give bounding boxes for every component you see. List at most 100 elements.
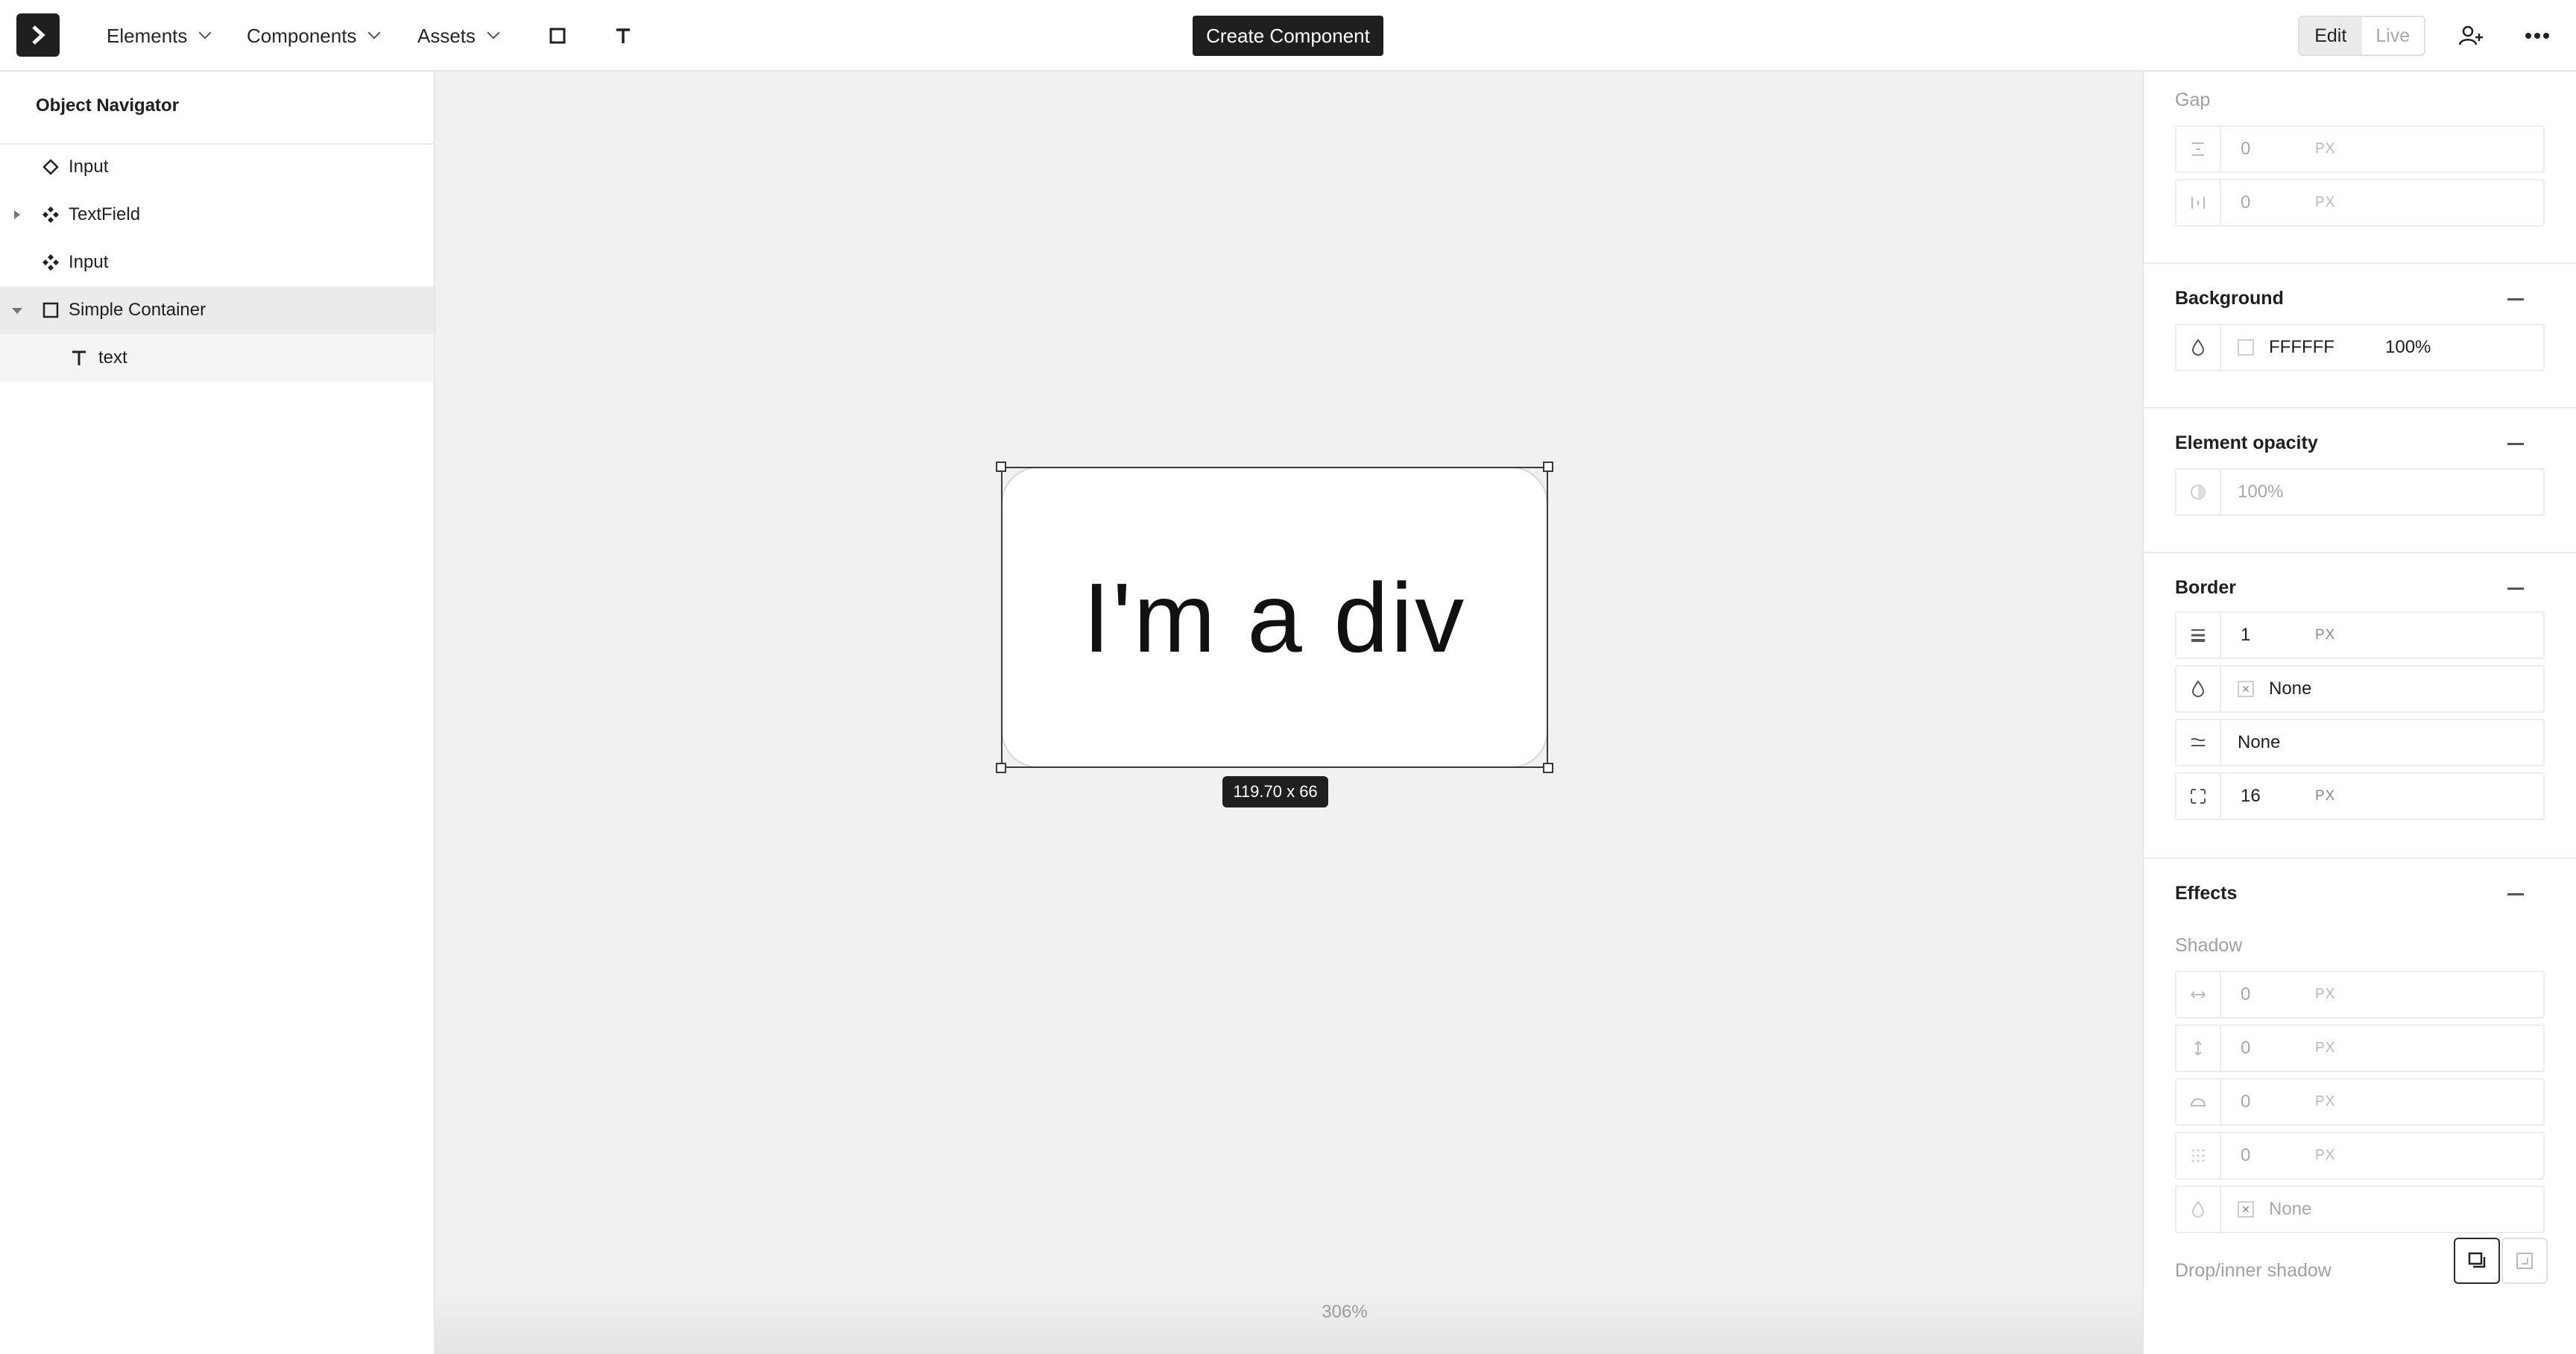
invite-user-icon[interactable] (2457, 22, 2484, 49)
shadow-x-value: 0 (2241, 984, 2251, 1004)
background-color-value[interactable]: FFFFFF (2269, 325, 2334, 370)
chevron-down-icon (367, 26, 381, 40)
element-opacity-field[interactable]: 100% (2175, 468, 2545, 516)
resize-handle-bottom-right[interactable] (1543, 763, 1553, 773)
text-tool-icon[interactable] (610, 22, 637, 49)
assets-menu[interactable]: Assets (417, 0, 500, 72)
top-toolbar: Elements Components Assets Create Compon… (0, 0, 2576, 72)
caret-right-icon[interactable] (13, 210, 21, 219)
selection-outline (1001, 467, 1548, 768)
chevron-down-icon (198, 26, 212, 40)
shadow-label: Shadow (2175, 935, 2243, 956)
column-gap-field[interactable]: 0 PX (2175, 179, 2545, 227)
shadow-x-field[interactable]: 0 PX (2175, 971, 2545, 1018)
border-width-field[interactable]: 1 PX (2175, 611, 2545, 659)
tree-item-label: text (98, 347, 127, 368)
border-width-unit: PX (2315, 627, 2336, 643)
border-title: Border (2175, 577, 2236, 598)
tree-item-label: Simple Container (69, 300, 206, 320)
component-icon (40, 204, 61, 225)
divider (2144, 857, 2576, 859)
color-drop-icon (2176, 325, 2221, 370)
caret-down-icon[interactable] (12, 307, 22, 315)
inner-shadow-toggle[interactable] (2501, 1238, 2548, 1284)
resize-handle-bottom-left[interactable] (996, 763, 1006, 773)
divider (2144, 262, 2576, 264)
border-color-field[interactable]: ✕ None (2175, 665, 2545, 713)
background-opacity-value[interactable]: 100% (2385, 325, 2431, 370)
border-width-icon (2176, 613, 2221, 658)
assets-menu-label: Assets (417, 24, 476, 47)
tree-item-label: TextField (69, 204, 141, 224)
shadow-spread-value: 0 (2241, 1145, 2251, 1165)
element-opacity-value: 100% (2238, 482, 2284, 502)
tree-item-text[interactable]: text (0, 334, 434, 382)
drop-shadow-toggle[interactable] (2454, 1238, 2500, 1284)
row-gap-icon (2176, 127, 2221, 171)
border-style-field[interactable]: None (2175, 719, 2545, 766)
shadow-x-unit: PX (2315, 986, 2336, 1002)
no-color-icon: ✕ (2238, 681, 2254, 697)
effects-title: Effects (2175, 883, 2238, 904)
component-icon (40, 252, 61, 273)
more-options-icon[interactable] (2524, 22, 2551, 49)
background-color-field[interactable]: FFFFFF 100% (2175, 324, 2545, 371)
size-badge: 119.70 x 66 (1222, 776, 1328, 807)
row-gap-unit: PX (2315, 141, 2336, 157)
column-gap-icon (2176, 180, 2221, 225)
divider (2144, 407, 2576, 409)
edit-mode-button[interactable]: Edit (2299, 17, 2362, 54)
remove-background-button[interactable] (2507, 298, 2524, 300)
resize-handle-top-left[interactable] (996, 462, 1006, 472)
text-icon (69, 347, 89, 368)
rectangle-tool-icon[interactable] (544, 22, 571, 49)
shadow-spread-field[interactable]: 0 PX (2175, 1132, 2545, 1180)
tree-item-label: Input (69, 157, 109, 177)
live-mode-button[interactable]: Live (2361, 17, 2424, 54)
tree-item-input[interactable]: Input (0, 143, 434, 191)
border-width-value[interactable]: 1 (2241, 613, 2250, 658)
vertical-offset-icon (2176, 1026, 2221, 1071)
shadow-spread-unit: PX (2315, 1147, 2336, 1163)
shadow-blur-field[interactable]: 0 PX (2175, 1078, 2545, 1126)
shadow-y-value: 0 (2241, 1038, 2251, 1058)
spread-icon (2176, 1133, 2221, 1178)
row-gap-field[interactable]: 0 PX (2175, 125, 2545, 173)
app-logo[interactable] (16, 13, 60, 57)
border-radius-field[interactable]: 16 PX (2175, 772, 2545, 820)
resize-handle-top-right[interactable] (1543, 462, 1553, 472)
shadow-color-field[interactable]: ✕ None (2175, 1185, 2545, 1233)
tree-item-textfield[interactable]: TextField (0, 191, 434, 239)
diamond-icon (40, 157, 61, 177)
border-radius-value[interactable]: 16 (2241, 774, 2261, 819)
mode-toggle: Edit Live (2298, 16, 2425, 56)
color-swatch[interactable] (2238, 339, 2254, 356)
inner-shadow-icon (2516, 1253, 2533, 1269)
gap-title: Gap (2175, 89, 2211, 110)
column-gap-value: 0 (2241, 192, 2251, 212)
object-navigator-panel: Object Navigator Input TextField Input S… (0, 72, 435, 1354)
create-component-button[interactable]: Create Component (1193, 16, 1383, 56)
elements-menu[interactable]: Elements (107, 0, 212, 72)
column-gap-unit: PX (2315, 195, 2336, 210)
square-icon (40, 300, 61, 321)
background-title: Background (2175, 288, 2284, 309)
color-drop-icon (2176, 1187, 2221, 1232)
shadow-y-field[interactable]: 0 PX (2175, 1024, 2545, 1072)
blur-icon (2176, 1080, 2221, 1124)
zoom-level[interactable]: 306% (1270, 1302, 1419, 1323)
remove-border-button[interactable] (2507, 588, 2524, 590)
chevron-down-icon (487, 26, 500, 40)
no-color-icon: ✕ (2238, 1201, 2254, 1218)
horizontal-offset-icon (2176, 972, 2221, 1017)
remove-effects-button[interactable] (2507, 893, 2524, 895)
shadow-blur-value: 0 (2241, 1092, 2251, 1112)
border-style-value[interactable]: None (2238, 720, 2280, 765)
tree-item-simple-container[interactable]: Simple Container (0, 286, 434, 334)
border-color-value[interactable]: None (2269, 667, 2311, 711)
components-menu[interactable]: Components (247, 0, 381, 72)
remove-opacity-button[interactable] (2507, 443, 2524, 445)
element-opacity-title: Element opacity (2175, 432, 2318, 453)
tree-item-input[interactable]: Input (0, 239, 434, 286)
opacity-icon (2176, 470, 2221, 514)
